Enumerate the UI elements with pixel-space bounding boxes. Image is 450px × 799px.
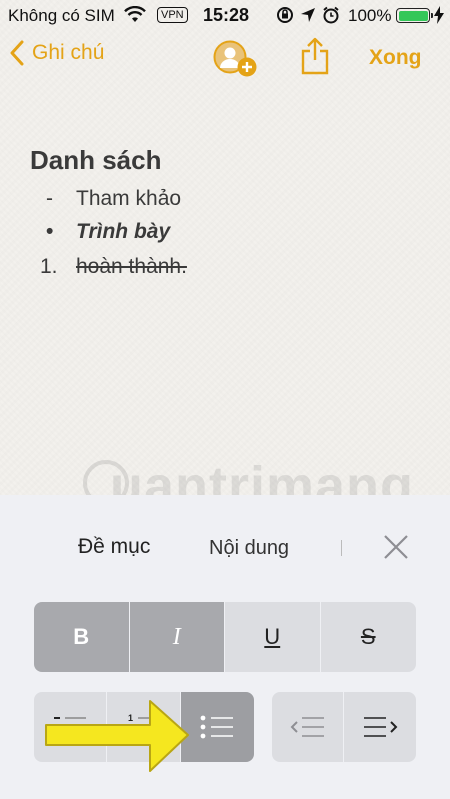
indent-button[interactable] <box>344 692 416 762</box>
list-item: hoàn thành. <box>76 255 187 278</box>
format-tabs: Đề mục Nội dung <box>0 495 450 601</box>
list-item: Trình bày <box>76 220 171 243</box>
text-style-controls: B I U S <box>34 602 416 672</box>
bold-button[interactable]: B <box>34 602 130 672</box>
tab-heading[interactable]: Đề mục <box>78 535 150 559</box>
wifi-icon <box>124 5 146 29</box>
indent-icon <box>364 717 398 737</box>
done-button[interactable]: Xong <box>369 46 422 70</box>
battery-icon <box>396 8 433 23</box>
outdent-button[interactable] <box>272 692 344 762</box>
add-people-button[interactable] <box>211 40 261 85</box>
clock: 15:28 <box>203 5 250 25</box>
tab-divider <box>341 540 342 556</box>
close-icon <box>384 535 408 559</box>
vpn-badge: VPN <box>157 7 188 23</box>
pointer-arrow-icon <box>45 700 189 772</box>
share-button[interactable] <box>300 36 330 81</box>
status-bar: Không có SIM VPN 15:28 100% <box>0 0 450 30</box>
underline-label: U <box>264 624 281 649</box>
bold-label: B <box>73 624 90 649</box>
battery-percentage: 100% <box>348 6 392 25</box>
strikethrough-label: S <box>360 624 376 649</box>
list-item: Tham khảo <box>76 187 182 210</box>
back-label: Ghi chú <box>32 41 105 64</box>
strikethrough-button[interactable]: S <box>320 602 416 672</box>
number-marker: 1. <box>40 255 58 278</box>
carrier-label: Không có SIM <box>8 6 115 25</box>
italic-button[interactable]: I <box>129 602 225 672</box>
alarm-icon <box>322 6 340 29</box>
note-heading: Danh sách <box>30 145 162 175</box>
tab-body[interactable]: Nội dung <box>209 537 289 560</box>
close-button[interactable] <box>382 533 410 561</box>
back-button[interactable]: Ghi chú <box>10 40 104 66</box>
outdent-icon <box>290 717 324 737</box>
dash-marker: - <box>46 187 53 210</box>
share-icon <box>301 37 329 75</box>
chevron-left-icon <box>10 40 24 66</box>
charging-icon <box>434 6 444 29</box>
rotation-lock-icon <box>276 6 294 29</box>
italic-label: I <box>172 623 181 650</box>
bullet-marker: • <box>46 220 54 243</box>
bulleted-list-icon <box>200 715 234 739</box>
underline-button[interactable]: U <box>225 602 321 672</box>
add-person-icon <box>213 40 257 77</box>
indent-controls <box>272 692 416 762</box>
location-icon <box>300 6 316 29</box>
